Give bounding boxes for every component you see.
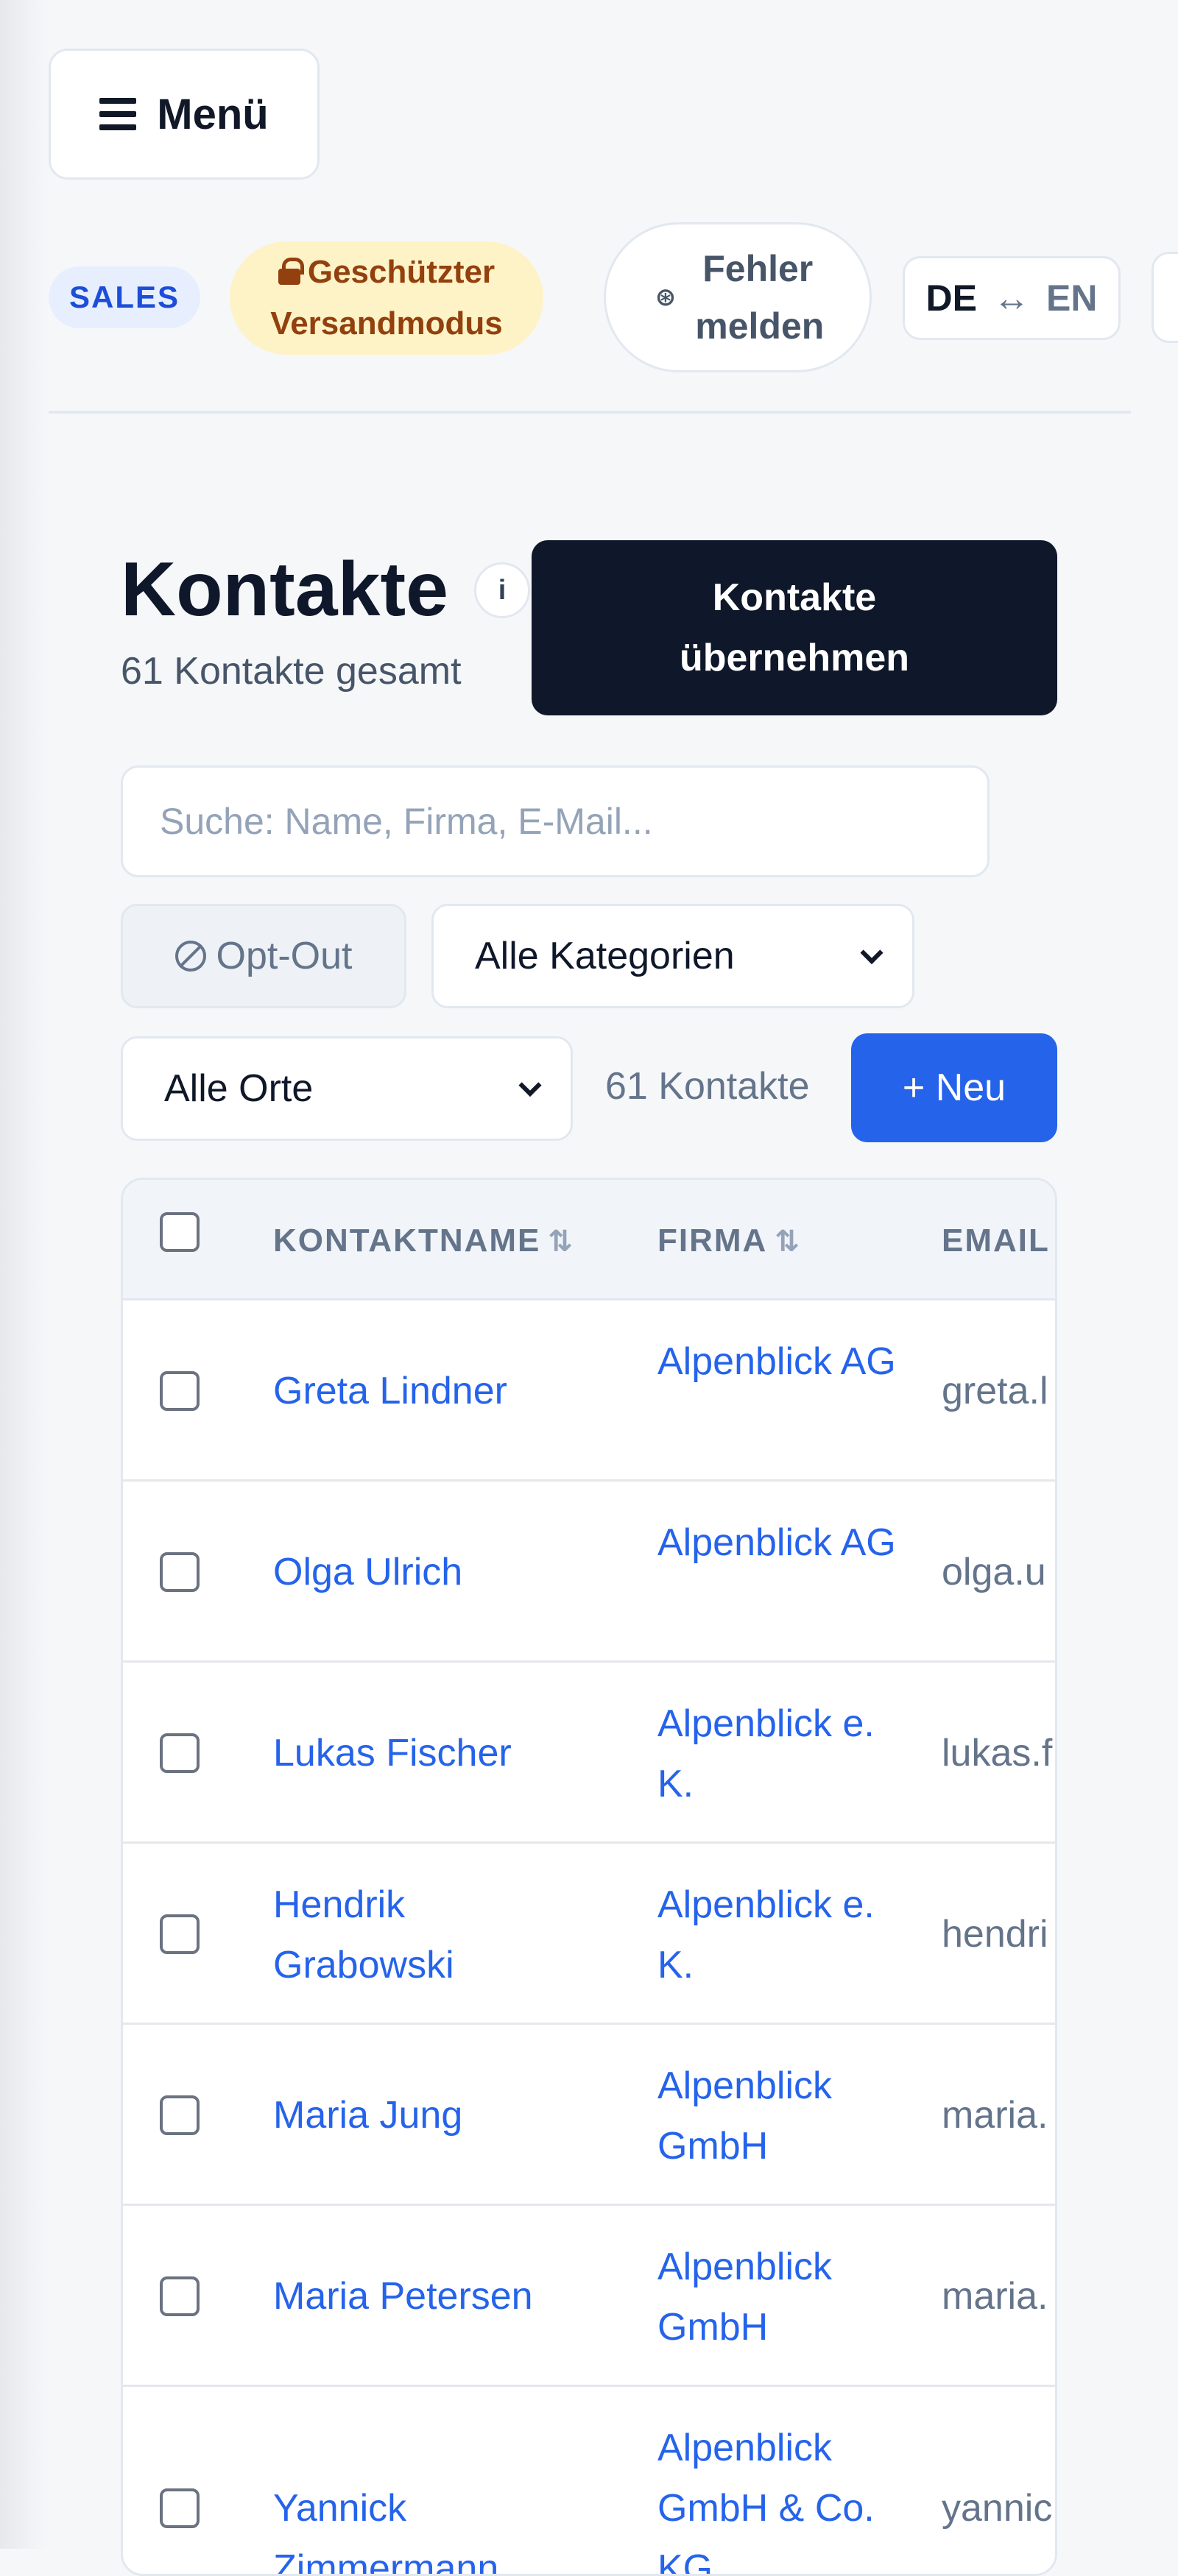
column-header-company[interactable]: FIRMA ⇅ <box>657 1222 800 1259</box>
contact-email: olga.u <box>942 1551 1046 1593</box>
company-link[interactable]: Alpenblick GmbH <box>657 2237 900 2357</box>
row-checkbox[interactable] <box>160 1371 200 1411</box>
contact-name-link[interactable]: Maria Petersen <box>273 2266 619 2326</box>
page-title: Kontakte <box>121 547 448 632</box>
table-header: KONTAKTNAME ⇅ FIRMA ⇅ EMAIL <box>123 1180 1055 1301</box>
new-contact-button[interactable]: + Neu <box>851 1033 1057 1142</box>
header-divider <box>49 411 1131 414</box>
menu-button[interactable]: Menü <box>49 49 320 180</box>
lock-icon <box>278 258 304 285</box>
bug-icon: ⊛ <box>655 283 677 311</box>
column-header-company-label: FIRMA <box>657 1222 768 1259</box>
category-select[interactable]: Alle Kategorien <box>431 904 914 1008</box>
contact-total: 61 Kontakte gesamt <box>121 650 462 693</box>
company-link[interactable]: Alpenblick e. K. <box>657 1694 900 1814</box>
header-extra-button[interactable] <box>1151 252 1178 343</box>
chevron-down-icon <box>518 1074 542 1097</box>
table-row[interactable]: Lukas Fischer Alpenblick e. K. lukas.f <box>123 1663 1055 1844</box>
ban-icon <box>174 941 206 972</box>
row-checkbox[interactable] <box>160 1552 200 1592</box>
contact-email: hendri <box>942 1913 1048 1956</box>
row-checkbox[interactable] <box>160 1733 200 1773</box>
report-bug-button[interactable]: ⊛ Fehler melden <box>604 222 872 372</box>
lang-to: EN <box>1046 277 1098 319</box>
table-row[interactable]: Yannick Zimmermann Alpenblick GmbH & Co.… <box>123 2387 1055 2574</box>
role-badge: SALES <box>49 266 200 328</box>
contact-email: maria. <box>942 2094 1048 2137</box>
company-link[interactable]: Alpenblick AG <box>657 1512 900 1573</box>
category-select-value: Alle Kategorien <box>475 935 735 977</box>
row-checkbox[interactable] <box>160 1914 200 1954</box>
left-edge-shade <box>0 0 47 2549</box>
contact-name-link[interactable]: Hendrik Grabowski <box>273 1875 553 1995</box>
filtered-count: 61 Kontakte <box>605 1065 810 1108</box>
protected-mode-badge: Geschützter Versandmodus <box>230 241 543 355</box>
table-row[interactable]: Maria Petersen Alpenblick GmbH maria. <box>123 2206 1055 2387</box>
import-contacts-label: Kontakte übernehmen <box>679 576 910 679</box>
row-checkbox[interactable] <box>160 2095 200 2135</box>
swap-arrow-icon: ↔ <box>993 277 1030 319</box>
import-contacts-button[interactable]: Kontakte übernehmen <box>532 540 1057 715</box>
language-toggle[interactable]: DE ↔ EN <box>903 256 1121 340</box>
protected-mode-label: Geschützter Versandmodus <box>270 254 503 342</box>
column-header-name[interactable]: KONTAKTNAME ⇅ <box>273 1222 573 1259</box>
table-row[interactable]: Olga Ulrich Alpenblick AG olga.u <box>123 1482 1055 1663</box>
column-header-email: EMAIL <box>942 1222 1050 1259</box>
chevron-down-icon <box>860 941 884 965</box>
contact-email: yannic <box>942 2487 1053 2530</box>
company-link[interactable]: Alpenblick GmbH <box>657 2056 900 2176</box>
city-select-value: Alle Orte <box>164 1067 314 1110</box>
city-select[interactable]: Alle Orte <box>121 1036 573 1141</box>
table-row[interactable]: Maria Jung Alpenblick GmbH maria. <box>123 2025 1055 2206</box>
row-checkbox[interactable] <box>160 2488 200 2528</box>
search-input[interactable] <box>121 765 990 877</box>
optout-filter-button[interactable]: Opt-Out <box>121 904 406 1008</box>
contact-name-link[interactable]: Greta Lindner <box>273 1361 619 1421</box>
contact-name-link[interactable]: Olga Ulrich <box>273 1542 619 1602</box>
contacts-table: KONTAKTNAME ⇅ FIRMA ⇅ EMAIL Greta Lindner … <box>121 1178 1057 2576</box>
row-checkbox[interactable] <box>160 2276 200 2316</box>
company-link[interactable]: Alpenblick GmbH & Co. KG <box>657 2418 900 2574</box>
company-link[interactable]: Alpenblick e. K. <box>657 1875 900 1995</box>
column-header-name-label: KONTAKTNAME <box>273 1222 541 1259</box>
optout-label: Opt-Out <box>216 935 353 977</box>
sort-icon: ⇅ <box>775 1225 800 1258</box>
menu-button-label: Menü <box>157 90 269 138</box>
table-row[interactable]: Hendrik Grabowski Alpenblick e. K. hendr… <box>123 1844 1055 2025</box>
hamburger-icon <box>99 98 137 130</box>
contact-name-link[interactable]: Lukas Fischer <box>273 1723 619 1783</box>
company-link[interactable]: Alpenblick AG <box>657 1331 900 1392</box>
contact-email: lukas.f <box>942 1732 1053 1774</box>
contact-email: greta.l <box>942 1370 1048 1412</box>
contact-name-link[interactable]: Yannick Zimmermann <box>273 2478 568 2574</box>
lang-from: DE <box>925 277 977 319</box>
info-icon[interactable]: i <box>474 562 530 618</box>
sort-icon: ⇅ <box>548 1225 573 1258</box>
select-all-checkbox[interactable] <box>160 1212 200 1252</box>
table-row[interactable]: Greta Lindner Alpenblick AG greta.l <box>123 1301 1055 1482</box>
report-bug-label: Fehler melden <box>695 248 825 347</box>
contact-name-link[interactable]: Maria Jung <box>273 2085 619 2145</box>
contact-email: maria. <box>942 2275 1048 2318</box>
column-header-email-label: EMAIL <box>942 1222 1050 1259</box>
